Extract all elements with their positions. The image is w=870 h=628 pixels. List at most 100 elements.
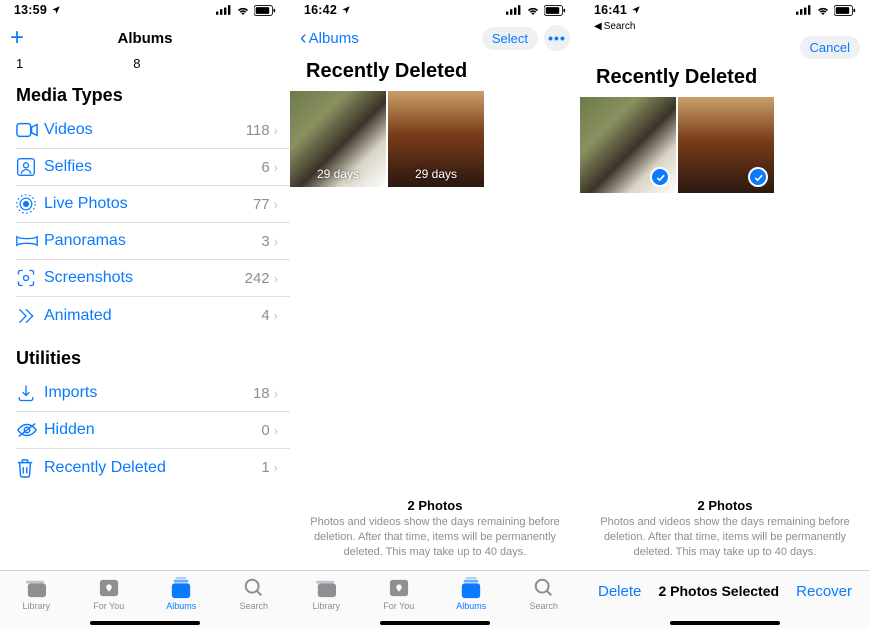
screen-recently-deleted: 16:42 ‹ Albums Select ••• Recently Delet… (290, 0, 580, 628)
row-selfies[interactable]: Selfies 6 › (16, 149, 290, 186)
row-label: Live Photos (44, 195, 253, 213)
battery-icon (544, 5, 566, 16)
row-screenshots[interactable]: Screenshots 242 › (16, 260, 290, 297)
select-button[interactable]: Select (482, 27, 538, 50)
back-button[interactable]: ‹ Albums (300, 27, 359, 50)
back-to-search[interactable]: ◀ Search (580, 20, 870, 32)
checkmark-icon (650, 167, 670, 187)
section-utilities: Utilities (0, 334, 290, 375)
photo-thumb-selected[interactable] (580, 97, 676, 193)
page-title: Recently Deleted (290, 56, 580, 91)
selection-action-bar: Delete 2 Photos Selected Recover (580, 570, 870, 628)
row-label: Recently Deleted (44, 459, 261, 477)
checkmark-icon (748, 167, 768, 187)
for-you-icon (387, 577, 411, 599)
row-label: Videos (44, 121, 246, 139)
row-panoramas[interactable]: Panoramas 3 › (16, 223, 290, 260)
tab-albums[interactable]: Albums (151, 577, 211, 611)
row-label: Selfies (44, 158, 261, 176)
add-button[interactable]: + (10, 26, 24, 50)
photo-thumb-selected[interactable] (678, 97, 774, 193)
live-photos-icon (16, 194, 44, 214)
section-media-types: Media Types (0, 71, 290, 112)
row-imports[interactable]: Imports 18 › (16, 375, 290, 412)
row-count: 77 (253, 196, 270, 213)
delete-button[interactable]: Delete (598, 583, 641, 600)
selected-count: 2 Photos Selected (658, 583, 779, 599)
more-button[interactable]: ••• (544, 25, 570, 51)
status-time: 16:41 (594, 3, 627, 17)
chevron-right-icon: › (274, 271, 278, 286)
tab-for-you[interactable]: For You (369, 577, 429, 611)
tab-library[interactable]: Library (6, 577, 66, 611)
row-count: 4 (261, 307, 269, 324)
info-subtitle: Photos and videos show the days remainin… (308, 515, 562, 560)
nav-bar: Cancel (580, 32, 870, 62)
screen-recently-deleted-select: 16:41 ◀ Search Cancel Recently Deleted 2… (580, 0, 870, 628)
row-recently-deleted[interactable]: Recently Deleted 1 › (16, 449, 290, 486)
tab-label: Search (239, 601, 268, 611)
chevron-right-icon: › (274, 308, 278, 323)
home-indicator[interactable] (670, 621, 780, 625)
status-time: 16:42 (304, 3, 337, 17)
row-hidden[interactable]: Hidden 0 › (16, 412, 290, 449)
panorama-icon (16, 234, 44, 248)
page-title: Recently Deleted (580, 62, 870, 97)
status-bar: 16:42 (290, 0, 580, 20)
days-remaining: 29 days (290, 167, 386, 181)
home-indicator[interactable] (380, 621, 490, 625)
battery-icon (834, 5, 856, 16)
tab-albums[interactable]: Albums (441, 577, 501, 611)
location-icon (631, 5, 641, 15)
back-search-label: Search (604, 21, 636, 32)
signal-icon (506, 5, 522, 15)
row-label: Screenshots (44, 269, 245, 287)
tab-search[interactable]: Search (224, 577, 284, 611)
tab-label: Albums (456, 601, 486, 611)
count-places: 8 (133, 56, 140, 71)
for-you-icon (97, 577, 121, 599)
signal-icon (216, 5, 232, 15)
media-types-list: Videos 118 › Selfies 6 › Live Photos 77 … (0, 112, 290, 334)
home-indicator[interactable] (90, 621, 200, 625)
chevron-right-icon: › (274, 386, 278, 401)
photo-thumb[interactable]: 29 days (290, 91, 386, 187)
back-label: Albums (309, 30, 359, 47)
status-bar: 13:59 (0, 0, 290, 20)
library-icon (24, 577, 48, 599)
location-icon (341, 5, 351, 15)
location-icon (51, 5, 61, 15)
library-icon (314, 577, 338, 599)
search-icon (532, 577, 556, 599)
utilities-list: Imports 18 › Hidden 0 › Recently Deleted… (0, 375, 290, 486)
row-animated[interactable]: Animated 4 › (16, 297, 290, 334)
cancel-button[interactable]: Cancel (800, 36, 860, 59)
screen-albums: 13:59 + Albums 1 8 Media Types Videos 11… (0, 0, 290, 628)
screenshot-icon (16, 268, 44, 288)
status-time: 13:59 (14, 3, 47, 17)
chevron-right-icon: › (274, 160, 278, 175)
chevron-right-icon: › (274, 423, 278, 438)
tab-for-you[interactable]: For You (79, 577, 139, 611)
nav-title: Albums (60, 30, 230, 47)
tab-library[interactable]: Library (296, 577, 356, 611)
chevron-right-icon: › (274, 197, 278, 212)
tab-label: Search (529, 601, 558, 611)
row-label: Imports (44, 384, 253, 402)
tab-label: Library (312, 601, 340, 611)
tab-bar: Library For You Albums Search (290, 570, 580, 628)
recover-button[interactable]: Recover (796, 583, 852, 600)
albums-icon (459, 577, 483, 599)
row-videos[interactable]: Videos 118 › (16, 112, 290, 149)
imports-icon (16, 383, 44, 403)
row-count: 118 (246, 122, 270, 139)
search-icon (242, 577, 266, 599)
row-live-photos[interactable]: Live Photos 77 › (16, 186, 290, 223)
row-count: 3 (261, 233, 269, 250)
row-count: 0 (261, 422, 269, 439)
row-count: 242 (245, 270, 270, 287)
wifi-icon (816, 5, 830, 15)
row-count: 1 (261, 459, 269, 476)
photo-thumb[interactable]: 29 days (388, 91, 484, 187)
tab-search[interactable]: Search (514, 577, 574, 611)
